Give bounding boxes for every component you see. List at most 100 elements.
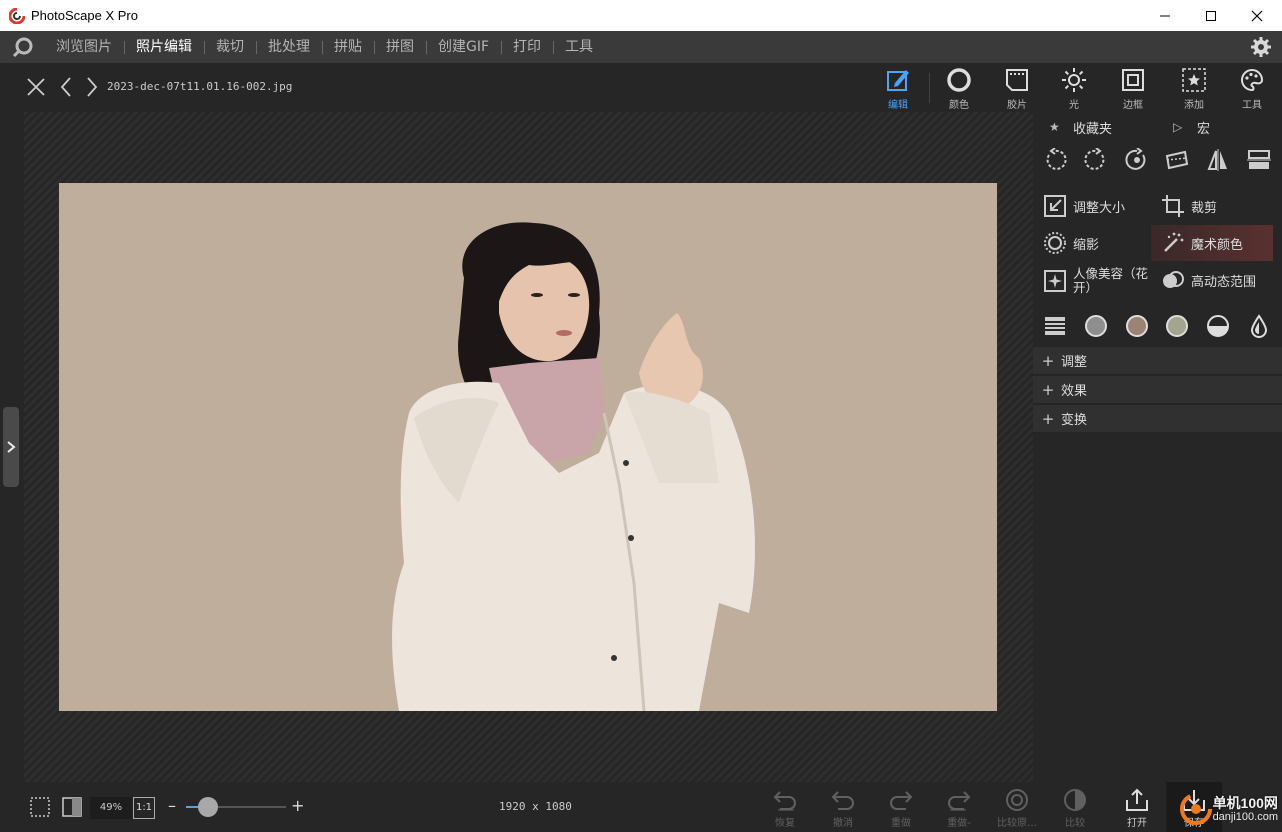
- magic-color-button[interactable]: 魔术颜色: [1151, 225, 1273, 261]
- zoom-slider-thumb[interactable]: [198, 797, 218, 817]
- watermark-logo-icon: [1179, 793, 1212, 825]
- section-transform-label: 变换: [1061, 413, 1088, 428]
- close-button[interactable]: [1234, 0, 1280, 31]
- resize-button[interactable]: 调整大小: [1033, 188, 1149, 224]
- compare-split-icon[interactable]: [61, 796, 83, 818]
- preset-half-icon[interactable]: [1204, 312, 1232, 340]
- rotate-icon[interactable]: [1123, 146, 1151, 174]
- revert-button[interactable]: 恢复: [762, 788, 808, 830]
- insert-icon: [1182, 68, 1206, 92]
- previous-image-icon[interactable]: [56, 75, 78, 99]
- redo-button[interactable]: 重做: [878, 788, 924, 830]
- toolbar-divider: [929, 73, 930, 103]
- expand-left-panel-button[interactable]: [3, 407, 19, 487]
- menu-create-gif[interactable]: 创建GIF: [426, 31, 501, 63]
- chevron-right-icon: [7, 441, 16, 453]
- menu-viewer[interactable]: 浏览图片: [44, 31, 124, 63]
- tab-insert[interactable]: 添加: [1168, 67, 1220, 111]
- crop-label: 裁剪: [1191, 200, 1218, 216]
- open-icon: [1126, 788, 1148, 811]
- zoom-in-button[interactable]: +: [291, 796, 304, 815]
- beauty-button[interactable]: 人像美容（花开）: [1033, 262, 1149, 300]
- photoscape-logo-icon[interactable]: [12, 36, 34, 58]
- flip-vertical-icon[interactable]: [1245, 146, 1273, 174]
- straighten-icon[interactable]: [1163, 146, 1191, 174]
- tab-edit-label: 编辑: [888, 100, 908, 111]
- expand-plus-icon: +: [1041, 409, 1055, 428]
- resize-icon: [1044, 195, 1066, 217]
- undo-icon: [831, 791, 854, 810]
- tools-icon: [1241, 68, 1264, 92]
- expand-plus-icon: +: [1041, 351, 1055, 370]
- menu-combine[interactable]: 拼图: [374, 31, 426, 63]
- menu-print[interactable]: 打印: [501, 31, 553, 63]
- compare-original-icon: [1006, 789, 1028, 811]
- redo-all-icon: [948, 791, 971, 811]
- list-icon[interactable]: [1041, 312, 1069, 340]
- preset-gray-icon[interactable]: [1082, 312, 1110, 340]
- beauty-sparkle-icon: [1044, 270, 1066, 292]
- open-button[interactable]: 打开: [1114, 788, 1160, 830]
- zoom-out-button[interactable]: –: [168, 796, 176, 815]
- compare-button[interactable]: 比较: [1052, 788, 1098, 830]
- tab-light-label: 光: [1069, 100, 1079, 111]
- tab-tools[interactable]: 工具: [1226, 67, 1278, 111]
- macro-tab[interactable]: ▷ 宏: [1157, 112, 1281, 142]
- menu-collage[interactable]: 拼贴: [322, 31, 374, 63]
- title-bar: PhotoScape X Pro: [0, 0, 1282, 31]
- hdr-button[interactable]: 高动态范围: [1151, 262, 1267, 298]
- resize-label: 调整大小: [1073, 200, 1126, 216]
- section-effects-label: 效果: [1061, 384, 1088, 399]
- compare-label: 比较: [1065, 818, 1085, 829]
- next-image-icon[interactable]: [82, 75, 104, 99]
- settings-gear-icon[interactable]: [1250, 36, 1272, 58]
- rotate-flip-row: [1041, 146, 1273, 174]
- section-transform[interactable]: + 变换: [1033, 405, 1282, 433]
- tool-panel: ★ 收藏夹 ▷ 宏 调整大小 裁剪 缩影 魔术颜色 人像美容（花开） 高动态范围…: [1033, 112, 1282, 782]
- close-image-icon[interactable]: [25, 75, 47, 99]
- favorites-tab[interactable]: ★ 收藏夹: [1033, 112, 1157, 142]
- portrait-photo-image: [392, 222, 755, 711]
- vignette-button[interactable]: 缩影: [1033, 225, 1149, 261]
- preset-drop-icon[interactable]: [1245, 312, 1273, 340]
- rotate-left-icon[interactable]: [1041, 146, 1069, 174]
- preset-warm-icon[interactable]: [1123, 312, 1151, 340]
- tab-tools-label: 工具: [1242, 100, 1262, 111]
- tab-edit[interactable]: 编辑: [872, 67, 924, 111]
- redo-icon: [890, 791, 913, 810]
- menu-editor[interactable]: 照片编辑: [124, 31, 204, 63]
- preset-green-icon[interactable]: [1163, 312, 1191, 340]
- revert-icon: [773, 791, 796, 811]
- edited-photo[interactable]: [59, 183, 997, 711]
- watermark-text: 单机100网: [1212, 794, 1278, 811]
- actual-size-button[interactable]: 1:1: [133, 797, 155, 819]
- rotate-right-icon[interactable]: [1082, 146, 1110, 174]
- tab-frame[interactable]: 边框: [1107, 67, 1159, 111]
- menu-tools[interactable]: 工具: [553, 31, 605, 63]
- menu-batch[interactable]: 批处理: [256, 31, 322, 63]
- undo-button[interactable]: 撤消: [820, 788, 866, 830]
- redo-all-button[interactable]: 重做-: [936, 788, 982, 830]
- image-canvas[interactable]: [24, 112, 1033, 782]
- preset-row: [1041, 312, 1273, 340]
- star-icon: ★: [1049, 120, 1060, 134]
- crop-button[interactable]: 裁剪: [1151, 188, 1267, 224]
- tab-film[interactable]: 胶片: [991, 67, 1043, 111]
- section-adjust[interactable]: + 调整: [1033, 347, 1282, 375]
- color-icon: [947, 68, 971, 92]
- zoom-percentage[interactable]: 49%: [90, 797, 132, 819]
- watermark-url: danji100.com: [1212, 810, 1278, 823]
- flip-horizontal-icon[interactable]: [1204, 146, 1232, 174]
- menu-cut-out[interactable]: 裁切: [204, 31, 256, 63]
- maximize-button[interactable]: [1188, 0, 1234, 31]
- section-effects[interactable]: + 效果: [1033, 376, 1282, 404]
- image-dimensions: 1920 x 1080: [499, 800, 572, 813]
- magic-color-label: 魔术颜色: [1191, 237, 1244, 253]
- compare-icon: [1064, 789, 1086, 811]
- tab-color[interactable]: 颜色: [933, 67, 985, 111]
- tab-light[interactable]: 光: [1048, 67, 1100, 111]
- selection-marquee-icon[interactable]: [29, 796, 51, 818]
- beauty-label: 人像美容（花开）: [1073, 266, 1149, 295]
- minimize-button[interactable]: [1142, 0, 1188, 31]
- compare-original-button[interactable]: 比较原…: [994, 788, 1040, 830]
